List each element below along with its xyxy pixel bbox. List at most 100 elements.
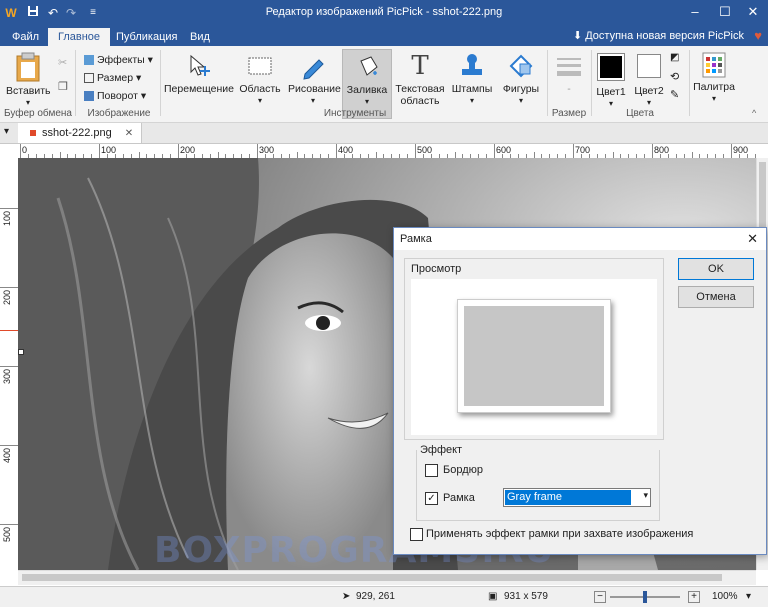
color2-button[interactable]: Цвет2 ▾ xyxy=(632,52,666,109)
reset-colors-icon[interactable]: ⟲ xyxy=(670,70,679,83)
ruler-tick xyxy=(573,144,574,158)
clipboard-icon xyxy=(16,52,40,82)
frame-style-select[interactable]: Gray frame ▾ xyxy=(503,488,651,507)
ruler-tick xyxy=(0,208,18,209)
heart-icon[interactable]: ♥ xyxy=(754,28,762,43)
ruler-tick xyxy=(494,144,495,158)
horizontal-scrollbar[interactable] xyxy=(18,570,756,585)
ruler-label: 300 xyxy=(259,145,275,155)
zoom-out-button[interactable]: − xyxy=(594,591,606,603)
cursor-position: 929, 261 xyxy=(356,591,395,602)
dialog-close-button[interactable]: ✕ xyxy=(747,228,758,250)
zoom-slider-thumb[interactable] xyxy=(643,591,647,603)
ruler-label: 100 xyxy=(2,211,12,227)
close-window-button[interactable]: ✕ xyxy=(738,0,768,26)
colors-group-label: Цвета xyxy=(626,108,654,119)
cancel-button[interactable]: Отмена xyxy=(678,286,754,308)
update-notice-text: Доступна новая версия PicPick xyxy=(585,30,744,42)
text-tool-button[interactable]: T Текстовая область xyxy=(394,52,446,107)
apply-on-capture-checkbox[interactable] xyxy=(410,528,423,541)
ruler-label: 800 xyxy=(654,145,670,155)
preview-frame xyxy=(457,299,611,413)
update-notice[interactable]: ⬇ Доступна новая версия PicPick xyxy=(573,29,744,42)
ruler-label: 700 xyxy=(575,145,591,155)
frame-select-value: Gray frame xyxy=(505,490,631,505)
eyedropper-icon[interactable]: ✎ xyxy=(670,88,679,101)
tab-file[interactable]: Файл xyxy=(2,28,49,46)
line-size-value: - xyxy=(567,83,571,95)
region-tool-button[interactable]: Область ▾ xyxy=(238,52,282,107)
tab-home[interactable]: Главное xyxy=(48,28,111,46)
color1-button[interactable]: Цвет1 ▾ xyxy=(594,52,628,110)
chevron-down-icon: ▾ xyxy=(711,94,716,103)
move-label: Перемещение xyxy=(164,83,234,95)
ruler-tick xyxy=(652,144,653,158)
title-bar: W ↶ ↷ ≡ Редактор изображений PicPick - s… xyxy=(0,0,768,26)
tools-group-label: Инструменты xyxy=(323,108,387,119)
document-tab[interactable]: sshot-222.png ✕ xyxy=(18,123,143,143)
horizontal-scroll-thumb[interactable] xyxy=(22,574,722,581)
ruler-tick xyxy=(20,144,21,158)
chevron-down-icon: ▾ xyxy=(364,97,369,106)
line-width-icon xyxy=(557,58,581,76)
zoom-level: 100% xyxy=(712,591,738,602)
minimize-button[interactable]: – xyxy=(680,0,710,26)
effects-icon xyxy=(84,55,94,66)
collapse-ribbon-icon[interactable]: ^ xyxy=(752,108,756,118)
rotate-button[interactable]: Поворот ▾ xyxy=(84,88,146,104)
preview-area xyxy=(411,279,657,435)
border-checkbox[interactable] xyxy=(425,464,438,477)
ribbon: Вставить ▾ ✂ ❐ Буфер обмена Эффекты ▾ Ра… xyxy=(0,46,768,123)
ruler-tick xyxy=(0,524,18,525)
swap-colors-icon[interactable]: ◩ xyxy=(670,52,679,63)
color1-label: Цвет1 xyxy=(596,86,626,98)
ruler-label: 0 xyxy=(22,145,28,155)
chevron-down-icon: ▾ xyxy=(518,96,523,105)
palette-label: Палитра xyxy=(693,81,735,93)
color2-label: Цвет2 xyxy=(634,85,664,97)
zoom-in-button[interactable]: + xyxy=(688,591,700,603)
shapes-icon xyxy=(509,54,533,78)
cursor-position-icon: ➤ xyxy=(342,591,351,602)
ok-button[interactable]: OK xyxy=(678,258,754,280)
chevron-down-icon: ▾ xyxy=(310,96,315,105)
status-bar: ➤ 929, 261 ▣ 931 x 579 − + 100% ▾ xyxy=(0,586,768,607)
border-label: Бордюр xyxy=(443,464,483,476)
preview-image xyxy=(464,306,604,406)
document-tab-close-icon[interactable]: ✕ xyxy=(125,128,133,139)
shapes-tool-button[interactable]: Фигуры ▾ xyxy=(498,52,544,107)
line-size-button[interactable]: - xyxy=(550,52,588,95)
palette-button[interactable]: Палитра ▾ xyxy=(692,52,736,105)
group-separator xyxy=(591,50,592,116)
horizontal-ruler: 0 100 200 300 400 500 600 700 800 900 xyxy=(18,144,760,159)
zoom-slider[interactable] xyxy=(610,591,680,603)
document-modified-icon xyxy=(30,130,36,137)
size-group-label: Размер xyxy=(551,108,587,119)
maximize-button[interactable]: ☐ xyxy=(710,0,740,26)
ruler-tick xyxy=(0,366,18,367)
image-size: 931 x 579 xyxy=(504,591,548,602)
zoom-menu-icon[interactable]: ▾ xyxy=(746,587,751,607)
paste-button[interactable]: Вставить ▾ xyxy=(6,52,51,109)
rotate-icon xyxy=(84,91,94,102)
preview-group: Просмотр xyxy=(404,258,664,440)
move-tool-button[interactable]: Перемещение xyxy=(164,52,234,95)
size-button[interactable]: Размер ▾ xyxy=(84,70,141,86)
group-separator xyxy=(75,50,76,116)
frame-checkbox[interactable]: ✓ xyxy=(425,492,438,505)
resize-handle[interactable] xyxy=(18,349,24,355)
update-icon: ⬇ xyxy=(572,30,586,42)
ruler-label: 200 xyxy=(2,290,12,306)
pencil-icon xyxy=(303,59,324,80)
group-separator xyxy=(547,50,548,116)
stamps-tool-button[interactable]: Штампы ▾ xyxy=(450,52,494,107)
copy-icon[interactable]: ❐ xyxy=(58,80,68,93)
tab-view[interactable]: Вид xyxy=(180,28,220,46)
rotate-label: Поворот xyxy=(97,90,138,102)
draw-tool-button[interactable]: Рисование ▾ xyxy=(288,52,341,107)
effects-button[interactable]: Эффекты ▾ xyxy=(84,52,153,68)
ruler-label: 400 xyxy=(338,145,354,155)
tab-publish[interactable]: Публикация xyxy=(106,28,187,46)
tab-list-icon[interactable]: ▾ xyxy=(4,126,9,137)
cut-icon[interactable]: ✂ xyxy=(58,56,67,69)
